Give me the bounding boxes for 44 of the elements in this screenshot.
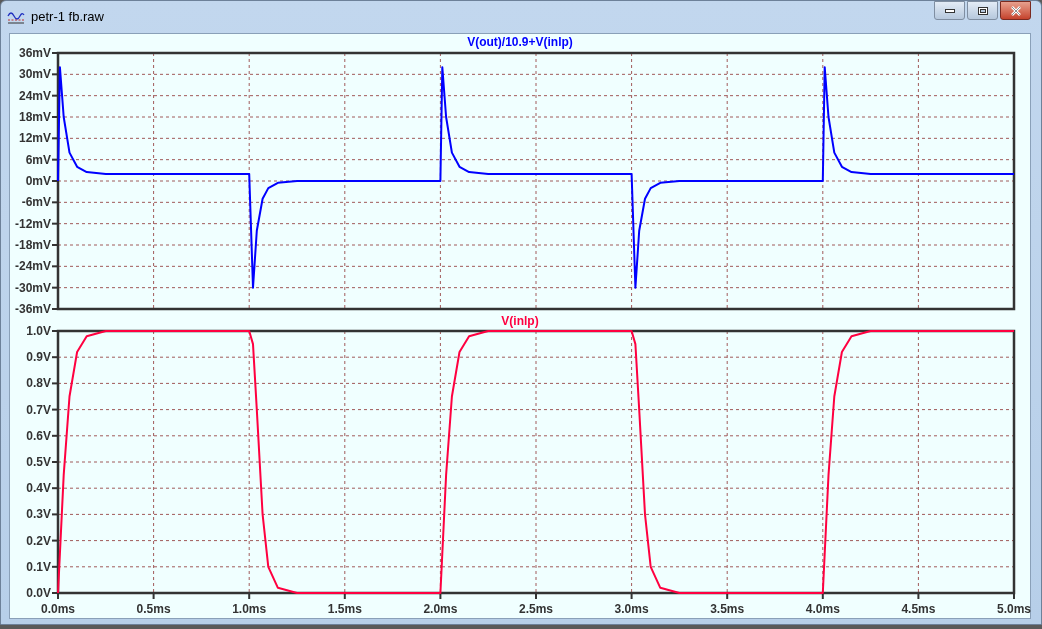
y-tick-label: 18mV [18, 110, 51, 124]
y-tick-label: -24mV [14, 259, 51, 274]
y-tick-label: 1.0V [26, 324, 51, 338]
y-tick-label: 0.5V [26, 455, 51, 469]
x-tick-label: 2.0ms [423, 602, 458, 616]
y-tick-label: 24mV [18, 88, 51, 103]
close-icon [1009, 5, 1022, 16]
minimize-icon [944, 8, 955, 13]
y-tick-label: -6mV [21, 195, 51, 210]
y-tick-label: 0.9V [26, 350, 51, 365]
trace-label[interactable]: V(inlp) [501, 313, 539, 329]
y-tick-label: 0.1V [26, 559, 51, 574]
close-button[interactable] [1000, 1, 1031, 20]
y-tick-label: 0.4V [26, 481, 51, 496]
x-tick-label: 4.5ms [901, 602, 936, 616]
y-tick-label: -36mV [14, 302, 51, 316]
x-tick-label: 4.0ms [805, 602, 840, 616]
x-tick-label: 0.0ms [41, 602, 75, 616]
y-tick-label: -30mV [14, 280, 51, 295]
y-tick-label: 0.0V [26, 586, 51, 600]
x-tick-label: 1.5ms [327, 602, 362, 616]
y-tick-label: 0.6V [26, 428, 51, 443]
y-tick-label: 12mV [18, 131, 51, 146]
y-tick-label: 30mV [18, 67, 51, 82]
restore-icon [977, 6, 988, 15]
y-tick-label: 6mV [25, 152, 51, 167]
x-tick-label: 0.5ms [136, 602, 171, 616]
minimize-button[interactable] [934, 1, 965, 20]
x-tick-label: 1.0ms [232, 602, 267, 616]
maximize-button[interactable] [967, 1, 998, 20]
y-tick-label: 0.2V [26, 533, 51, 548]
x-tick-label: 5.0ms [997, 602, 1031, 616]
y-tick-label: 36mV [18, 46, 51, 60]
trace-label[interactable]: V(out)/10.9+V(inlp) [467, 34, 573, 50]
y-tick-label: 0mV [25, 174, 51, 188]
y-tick-label: -18mV [14, 238, 51, 252]
x-tick-label: 2.5ms [519, 602, 553, 616]
x-tick-label: 3.5ms [710, 602, 745, 616]
y-tick-label: 0.3V [26, 507, 51, 522]
y-tick-label: -12mV [14, 216, 51, 231]
x-tick-label: 3.0ms [614, 602, 649, 616]
y-tick-label: 0.7V [26, 402, 51, 417]
y-tick-label: 0.8V [26, 376, 51, 391]
window-title: petr-1 fb.raw [31, 8, 104, 27]
